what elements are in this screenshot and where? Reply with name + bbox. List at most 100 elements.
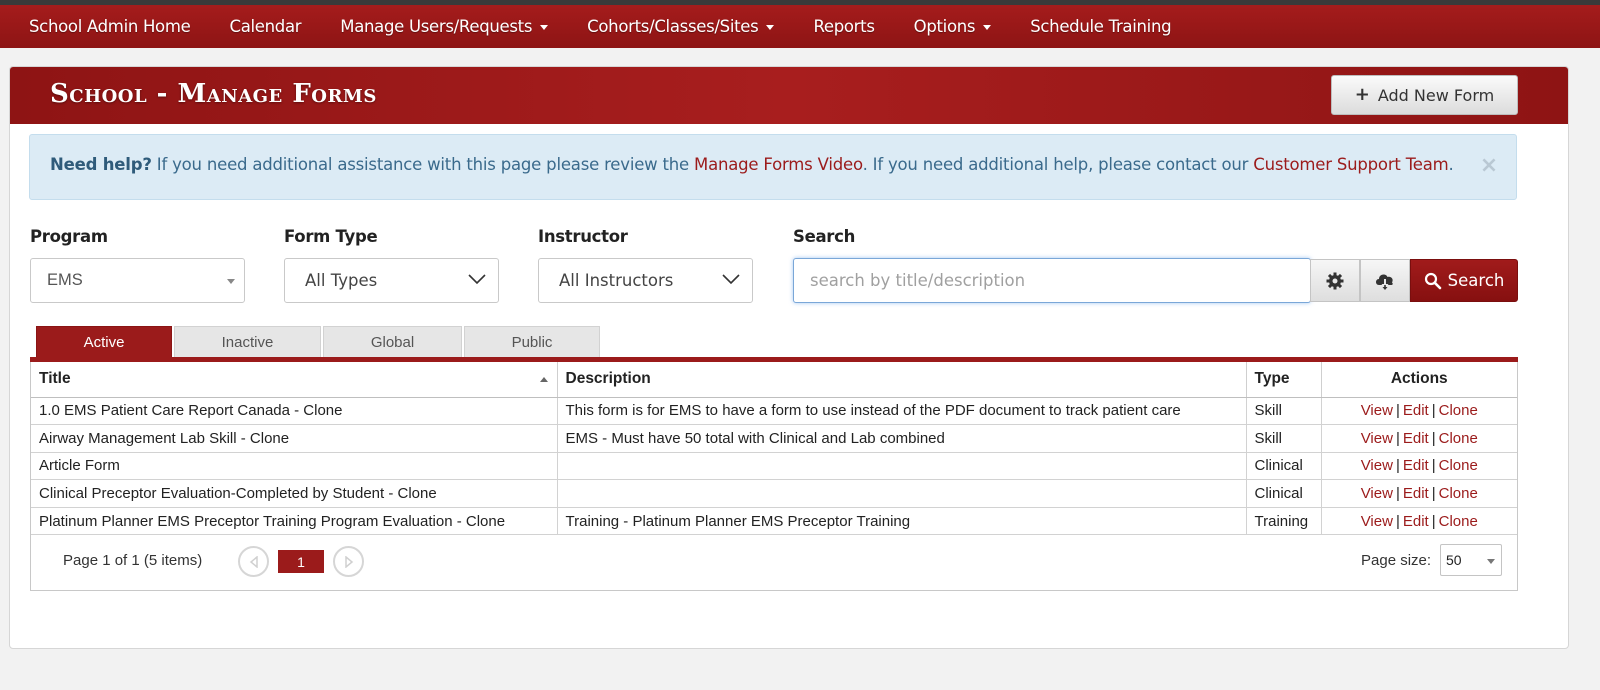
help-text-2: . If you need additional help, please co… [862, 155, 1254, 174]
table-row: Platinum Planner EMS Preceptor Training … [31, 507, 1517, 536]
column-header-label: Description [565, 370, 651, 388]
search-label: Search [793, 227, 856, 246]
view-link[interactable]: View [1361, 430, 1393, 447]
page-size-value: 50 [1446, 552, 1462, 568]
edit-link[interactable]: Edit [1403, 485, 1429, 502]
cell-description: Training - Platinum Planner EMS Precepto… [557, 507, 1247, 536]
help-lead: Need help? [50, 155, 152, 174]
page-info: Page 1 of 1 (5 items) [63, 552, 203, 569]
clone-link[interactable]: Clone [1439, 485, 1478, 502]
tab-inactive[interactable]: Inactive [174, 326, 321, 358]
add-new-form-button[interactable]: + Add New Form [1331, 75, 1518, 115]
page-size-label: Page size: [1361, 552, 1432, 569]
separator: | [1431, 429, 1436, 447]
pager: Page 1 of 1 (5 items) 1 Page size: 50 [31, 535, 1517, 589]
column-header-actions: Actions [1321, 362, 1517, 398]
help-text-3: . [1448, 155, 1454, 174]
program-select[interactable]: EMS [30, 258, 245, 303]
caret-down-icon [983, 25, 992, 30]
download-button[interactable] [1360, 259, 1410, 302]
cell-actions: View | Edit | Clone [1321, 452, 1517, 481]
cell-title: Clinical Preceptor Evaluation-Completed … [31, 479, 558, 508]
tab-public[interactable]: Public [464, 326, 600, 358]
close-icon[interactable]: × [1480, 153, 1498, 178]
next-page-button[interactable] [333, 546, 364, 577]
column-header-label: Actions [1390, 370, 1448, 388]
separator: | [1431, 485, 1436, 503]
edit-link[interactable]: Edit [1403, 457, 1429, 474]
separator: | [1395, 512, 1400, 530]
arrow-left-icon [249, 555, 258, 568]
cell-actions: View | Edit | Clone [1321, 507, 1517, 536]
separator: | [1395, 457, 1400, 475]
cell-type: Clinical [1246, 479, 1322, 508]
column-header-label: Type [1254, 370, 1290, 388]
caret-down-icon [1487, 559, 1495, 564]
caret-down-icon [227, 279, 235, 284]
nav-label: Cohorts/Classes/Sites [587, 17, 759, 36]
manage-forms-panel: School - Manage Forms + Add New Form Nee… [9, 66, 1569, 649]
cell-title: Airway Management Lab Skill - Clone [31, 424, 558, 453]
chevron-down-icon [468, 274, 486, 285]
manage-forms-video-link[interactable]: Manage Forms Video [694, 155, 863, 174]
panel-header: School - Manage Forms + Add New Form [10, 67, 1568, 124]
plus-icon: + [1354, 84, 1370, 105]
cell-title: Platinum Planner EMS Preceptor Training … [31, 507, 558, 536]
previous-page-button[interactable] [238, 546, 269, 577]
clone-link[interactable]: Clone [1439, 402, 1478, 419]
clone-link[interactable]: Clone [1439, 513, 1478, 530]
column-header-description[interactable]: Description [557, 362, 1247, 398]
clone-link[interactable]: Clone [1439, 457, 1478, 474]
nav-calendar[interactable]: Calendar [229, 17, 301, 36]
forms-table: Title Description Type Actions 1.0 EMS P… [31, 362, 1517, 536]
caret-down-icon [766, 25, 775, 30]
table-row: Article Form Clinical View | Edit | Clone [31, 452, 1517, 481]
nav-schedule-training[interactable]: Schedule Training [1030, 17, 1171, 36]
cell-type: Skill [1246, 397, 1322, 426]
page-number-button[interactable]: 1 [278, 550, 324, 573]
edit-link[interactable]: Edit [1403, 402, 1429, 419]
nav-school-admin-home[interactable]: School Admin Home [29, 17, 191, 36]
edit-link[interactable]: Edit [1403, 430, 1429, 447]
cell-description [557, 479, 1247, 508]
nav-label: School Admin Home [29, 17, 191, 36]
cell-description [557, 452, 1247, 481]
tab-global[interactable]: Global [323, 326, 462, 358]
cell-actions: View | Edit | Clone [1321, 424, 1517, 453]
search-button[interactable]: Search [1410, 259, 1518, 302]
tab-active[interactable]: Active [36, 326, 172, 358]
nav-reports[interactable]: Reports [813, 17, 875, 36]
settings-button[interactable] [1310, 259, 1360, 302]
search-icon [1424, 272, 1441, 289]
column-header-type[interactable]: Type [1246, 362, 1322, 398]
cell-title: Article Form [31, 452, 558, 481]
instructor-select[interactable]: All Instructors [538, 258, 753, 303]
cell-type: Training [1246, 507, 1322, 536]
separator: | [1431, 512, 1436, 530]
chevron-down-icon [722, 274, 740, 285]
view-link[interactable]: View [1361, 402, 1393, 419]
cell-type: Clinical [1246, 452, 1322, 481]
nav-cohorts-classes-sites[interactable]: Cohorts/Classes/Sites [587, 17, 775, 36]
separator: | [1395, 429, 1400, 447]
view-link[interactable]: View [1361, 457, 1393, 474]
view-link[interactable]: View [1361, 513, 1393, 530]
column-header-title[interactable]: Title [31, 362, 558, 398]
cell-actions: View | Edit | Clone [1321, 479, 1517, 508]
caret-down-icon [540, 25, 549, 30]
edit-link[interactable]: Edit [1403, 513, 1429, 530]
page-size-select[interactable]: 50 [1440, 544, 1502, 576]
main-nav: School Admin Home Calendar Manage Users/… [0, 5, 1600, 48]
cloud-download-icon [1376, 274, 1393, 290]
customer-support-link[interactable]: Customer Support Team [1253, 155, 1448, 174]
cell-actions: View | Edit | Clone [1321, 397, 1517, 426]
view-link[interactable]: View [1361, 485, 1393, 502]
nav-manage-users-requests[interactable]: Manage Users/Requests [340, 17, 549, 36]
clone-link[interactable]: Clone [1439, 430, 1478, 447]
help-text-1: If you need additional assistance with t… [151, 155, 695, 174]
nav-label: Reports [813, 17, 875, 36]
search-input[interactable] [793, 258, 1311, 303]
program-label: Program [30, 227, 108, 246]
nav-options[interactable]: Options [914, 17, 992, 36]
form-type-select[interactable]: All Types [284, 258, 499, 303]
